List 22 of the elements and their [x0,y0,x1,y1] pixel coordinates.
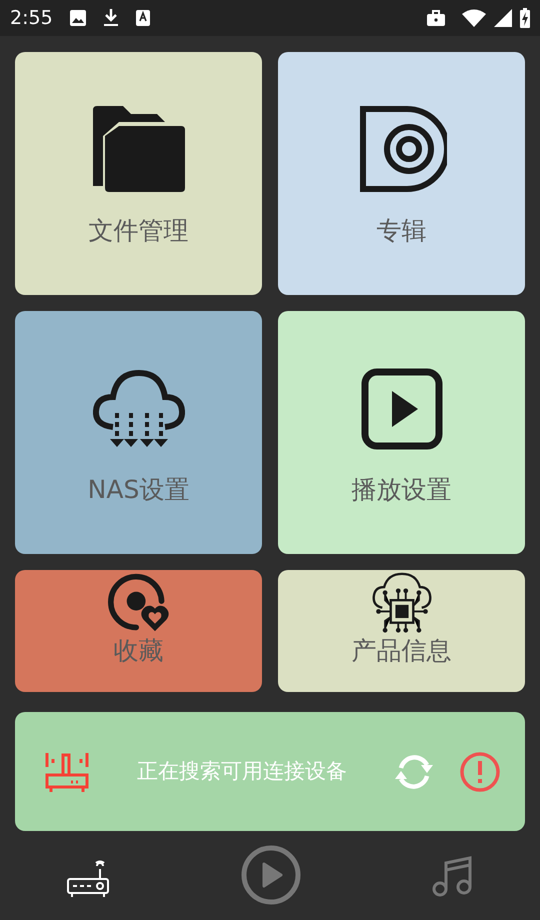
folder-icon [92,106,184,192]
download-icon [102,8,119,28]
image-icon [68,9,87,27]
text-icon [134,9,151,27]
play-icon [360,366,444,450]
play-circle-icon[interactable] [240,845,301,905]
cloud-chip-icon [370,572,432,634]
menu-tile[interactable]: 产品信息 [278,570,525,692]
menu-tile[interactable]: 专辑 [278,52,525,295]
battery-icon [520,8,530,28]
signal-icon [494,9,512,27]
wifi-icon [462,9,486,27]
menu-tile[interactable]: 播放设置 [278,311,525,554]
router-icon [45,750,89,792]
menu-tile[interactable]: NAS设置 [15,311,262,554]
status-message: 正在搜索可用连接设备 [137,758,347,785]
favorite-icon [108,572,170,634]
briefcase-icon [426,9,446,27]
music-note-icon[interactable] [432,855,474,897]
warning-icon[interactable] [459,750,501,792]
menu-tile[interactable]: 文件管理 [15,52,262,295]
clock: 2:55 [10,6,53,31]
